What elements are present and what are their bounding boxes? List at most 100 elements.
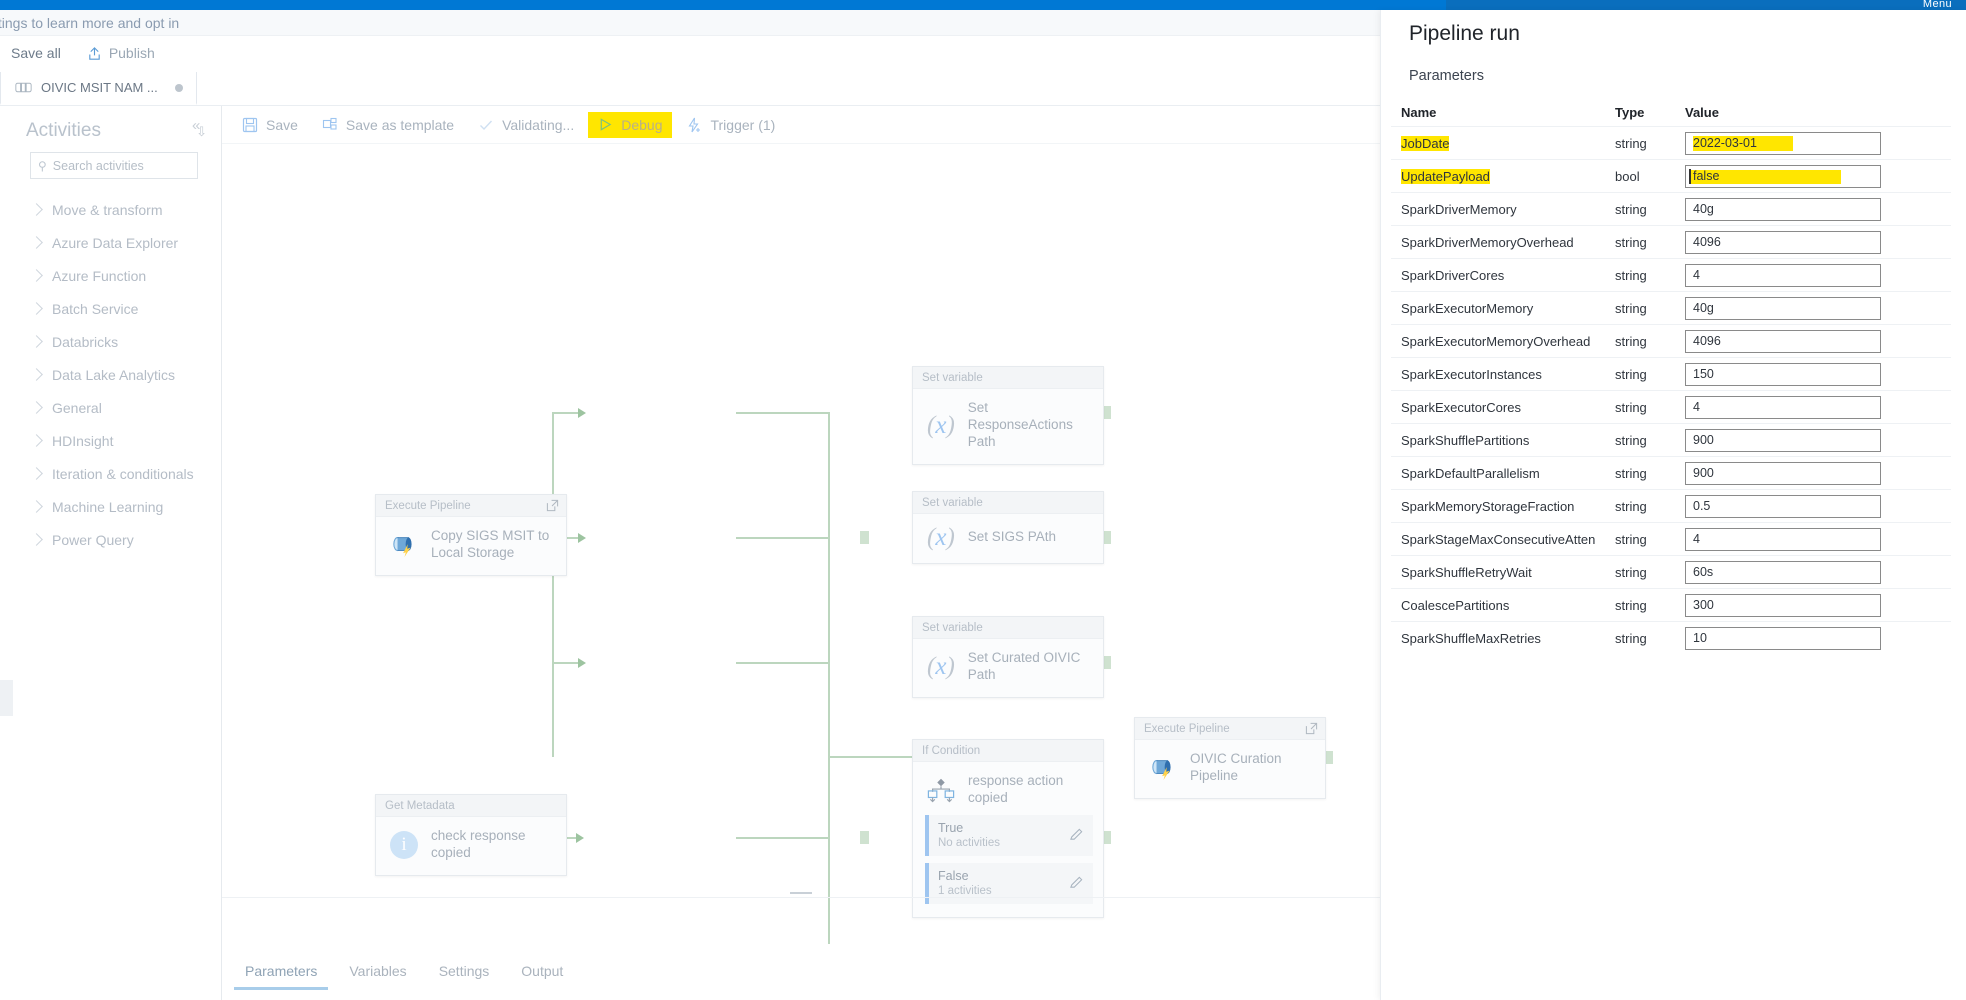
pipeline-graph-canvas[interactable]: Execute Pipeline Copy SIGS MSIT to Local… xyxy=(222,144,1380,944)
node-type-header: Execute Pipeline xyxy=(1135,718,1325,740)
table-row: SparkMemoryStorageFraction string xyxy=(1391,489,1951,522)
open-pipeline-icon[interactable] xyxy=(546,499,559,512)
pipeline-canvas-area: « Save Save as template Validating... De… xyxy=(192,106,1380,1000)
node-oivic-curation-pipeline[interactable]: Execute Pipeline OIVIC Curation Pipeline xyxy=(1134,717,1326,799)
activity-group-label: Batch Service xyxy=(52,300,139,317)
param-value-input[interactable] xyxy=(1685,395,1881,419)
node-get-metadata[interactable]: Get Metadata i check response copied xyxy=(375,794,567,876)
node-body: (x) Set SIGS PAth xyxy=(913,514,1103,563)
activity-group-power-query[interactable]: Power Query xyxy=(0,523,221,556)
connector-line xyxy=(552,412,580,414)
activity-group-hdinsight[interactable]: HDInsight xyxy=(0,424,221,457)
save-button[interactable]: Save xyxy=(232,112,308,138)
node-body: i check response copied xyxy=(376,817,566,875)
validate-button[interactable]: Validating... xyxy=(468,112,584,138)
node-name-label: Set ResponseActions Path xyxy=(967,400,1073,449)
param-value-input[interactable] xyxy=(1685,494,1881,518)
tab-variables[interactable]: Variables xyxy=(338,957,417,990)
connector-line xyxy=(736,412,830,414)
search-activities-input[interactable] xyxy=(52,158,190,173)
tab-settings[interactable]: Settings xyxy=(428,957,501,990)
connector-arrow xyxy=(578,408,586,418)
node-type-label: Execute Pipeline xyxy=(1144,722,1230,735)
activity-group-iteration-conditionals[interactable]: Iteration & conditionals xyxy=(0,457,221,490)
node-type-label: Set variable xyxy=(922,621,983,634)
publish-button[interactable]: Publish xyxy=(82,42,160,64)
execute-pipeline-icon xyxy=(390,533,418,557)
param-value-input[interactable] xyxy=(1685,461,1881,485)
param-value-input[interactable] xyxy=(1685,296,1881,320)
save-as-template-button[interactable]: Save as template xyxy=(312,112,464,138)
param-type: string xyxy=(1615,597,1647,613)
param-type: string xyxy=(1615,234,1647,250)
table-row: SparkExecutorMemory string xyxy=(1391,291,1951,324)
node-type-header: Set variable xyxy=(913,492,1103,514)
chevron-right-icon xyxy=(30,434,43,447)
param-value-input[interactable] xyxy=(1685,230,1881,254)
activity-group-label: Move & transform xyxy=(52,201,163,218)
parameters-section-label: Parameters xyxy=(1409,68,1484,84)
collapse-panel-icon[interactable]: « xyxy=(192,117,200,134)
save-all-button[interactable]: Save all xyxy=(6,42,66,64)
node-type-label: Set variable xyxy=(922,496,983,509)
param-type: string xyxy=(1615,267,1647,283)
param-value-input[interactable] xyxy=(1685,263,1881,287)
param-value-input[interactable] xyxy=(1685,626,1881,650)
param-name: SparkExecutorInstances xyxy=(1401,366,1542,382)
pipeline-run-title: Pipeline run xyxy=(1409,22,1520,45)
save-as-template-label: Save as template xyxy=(345,116,455,133)
param-name: SparkExecutorMemoryOverhead xyxy=(1401,333,1591,349)
connector-line xyxy=(828,757,830,944)
tab-parameters[interactable]: Parameters xyxy=(234,957,329,990)
node-name-label: Copy SIGS MSIT to Local Storage xyxy=(431,528,550,560)
tab-output[interactable]: Output xyxy=(510,957,574,990)
param-value-input[interactable] xyxy=(1685,362,1881,386)
param-value-input[interactable] xyxy=(1685,131,1881,155)
node-type-label: Set variable xyxy=(922,371,983,384)
activity-group-general[interactable]: General xyxy=(0,391,221,424)
parameters-table: Name Type Value JobDate string UpdatePay… xyxy=(1391,98,1951,654)
open-pipeline-icon[interactable] xyxy=(1305,722,1318,735)
if-branch-true[interactable]: True No activities xyxy=(925,814,1093,856)
param-name: SparkShuffleMaxRetries xyxy=(1401,630,1541,646)
activity-group-data-lake-analytics[interactable]: Data Lake Analytics xyxy=(0,358,221,391)
node-if-condition[interactable]: If Condition response action copied True… xyxy=(912,739,1104,918)
edit-pencil-icon[interactable] xyxy=(1069,875,1084,890)
node-set-curated-oivic-path[interactable]: Set variable (x) Set Curated OIVIC Path xyxy=(912,616,1104,698)
activity-group-databricks[interactable]: Databricks xyxy=(0,325,221,358)
activity-group-batch-service[interactable]: Batch Service xyxy=(0,292,221,325)
param-value-input[interactable] xyxy=(1685,197,1881,221)
panel-drag-handle[interactable] xyxy=(790,892,812,894)
param-type: string xyxy=(1615,465,1647,481)
activity-group-machine-learning[interactable]: Machine Learning xyxy=(0,490,221,523)
param-value-input[interactable] xyxy=(1685,560,1881,584)
set-variable-icon: (x) xyxy=(927,524,955,551)
connector-line xyxy=(736,837,830,839)
chevron-right-icon xyxy=(30,401,43,414)
connector-line xyxy=(552,412,554,757)
param-value-input[interactable] xyxy=(1685,329,1881,353)
param-value-input[interactable] xyxy=(1685,593,1881,617)
node-set-responseactions-path[interactable]: Set variable (x) Set ResponseActions Pat… xyxy=(912,366,1104,465)
activity-group-move-transform[interactable]: Move & transform xyxy=(0,193,221,226)
param-type: bool xyxy=(1615,168,1640,184)
param-value-input[interactable] xyxy=(1685,428,1881,452)
node-name-label: response action copied xyxy=(968,773,1064,805)
pipeline-tab[interactable]: OIVIC MSIT NAM ... xyxy=(0,72,197,105)
activity-group-azure-function[interactable]: Azure Function xyxy=(0,259,221,292)
node-output-port xyxy=(860,531,869,544)
param-value-input[interactable] xyxy=(1685,164,1881,188)
param-name: SparkDriverMemoryOverhead xyxy=(1401,234,1574,250)
node-set-sigs-path[interactable]: Set variable (x) Set SIGS PAth xyxy=(912,491,1104,564)
info-icon: i xyxy=(390,830,418,859)
activity-group-azure-data-explorer[interactable]: Azure Data Explorer xyxy=(0,226,221,259)
debug-button[interactable]: Debug xyxy=(588,111,673,138)
chevron-right-icon xyxy=(30,236,43,249)
param-value-input[interactable] xyxy=(1685,527,1881,551)
search-activities-box[interactable]: ⚲ xyxy=(30,152,198,179)
node-copy-sigs-msit[interactable]: Execute Pipeline Copy SIGS MSIT to Local… xyxy=(375,494,567,576)
trigger-button[interactable]: Trigger (1) xyxy=(676,112,785,138)
node-type-header: Execute Pipeline xyxy=(376,495,566,517)
edit-pencil-icon[interactable] xyxy=(1069,827,1084,842)
chevron-right-icon xyxy=(30,467,43,480)
